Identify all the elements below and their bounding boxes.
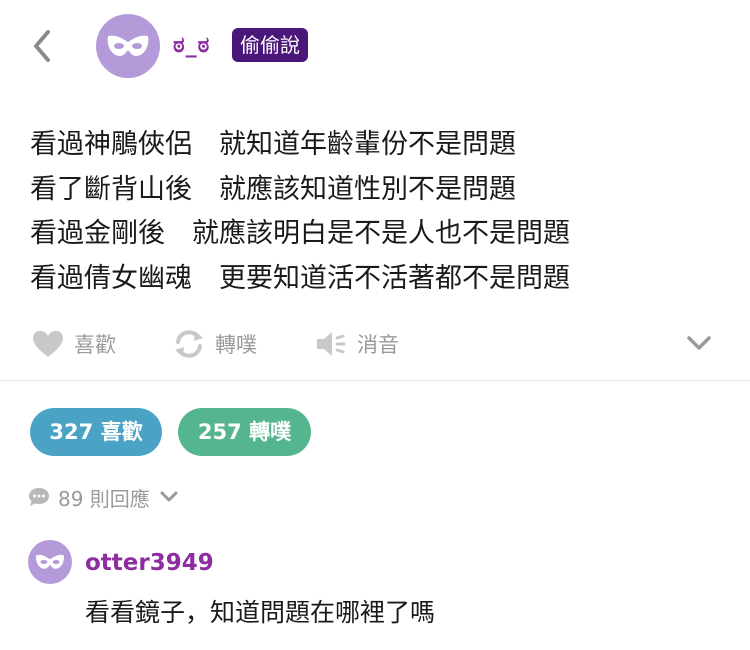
like-label: 喜歡 (74, 333, 116, 357)
post-line: 看過倩女幽魂 更要知道活不活著都不是問題 (30, 262, 570, 294)
comment-text: 看看鏡子，知道問題在哪裡了嗎 (85, 598, 436, 627)
qualifier-badge: 偷偷說 (232, 28, 308, 62)
likes-count-pill[interactable]: 327 喜歡 (30, 408, 162, 456)
responses-toggle[interactable]: 89 則回應 (28, 482, 188, 512)
comment-username[interactable]: otter3949 (85, 548, 214, 578)
mute-label: 消音 (357, 333, 399, 357)
like-button[interactable]: 喜歡 (32, 322, 116, 366)
mask-icon (107, 35, 149, 56)
heart-icon (33, 331, 63, 357)
more-options-button[interactable] (686, 332, 712, 358)
mask-icon (36, 554, 64, 569)
replurk-button[interactable]: 轉噗 (173, 322, 257, 366)
post-line: 看過金剛後 就應該明白是不是人也不是問題 (30, 218, 570, 249)
speaker-mute-icon (317, 332, 346, 356)
action-bar: 喜歡 轉噗 消音 (0, 322, 750, 366)
post-line: 看過神鵰俠侶 就知道年齡輩份不是問題 (30, 129, 516, 160)
speech-bubble-icon (29, 488, 49, 506)
back-button[interactable] (28, 28, 58, 64)
post-content: 看過神鵰俠侶 就知道年齡輩份不是問題 看了斷背山後 就應該知道性別不是問題 看過… (30, 123, 730, 301)
replurks-count-pill[interactable]: 257 轉噗 (178, 408, 311, 456)
responses-count: 89 則回應 (58, 486, 150, 511)
post-header: ಠ_ಠ 偷偷說 (0, 0, 750, 95)
post-line: 看了斷背山後 就應該知道性別不是問題 (30, 173, 516, 205)
avatar[interactable] (96, 14, 160, 78)
username[interactable]: ಠ_ಠ (173, 30, 210, 62)
replurk-label: 轉噗 (215, 333, 257, 357)
replurk-icon (175, 330, 203, 358)
chevron-down-icon (160, 491, 178, 502)
chevron-left-icon (34, 30, 50, 62)
chevron-down-icon (687, 336, 711, 350)
mute-button[interactable]: 消音 (315, 322, 399, 366)
comment-avatar[interactable] (28, 540, 72, 584)
divider (0, 380, 750, 381)
